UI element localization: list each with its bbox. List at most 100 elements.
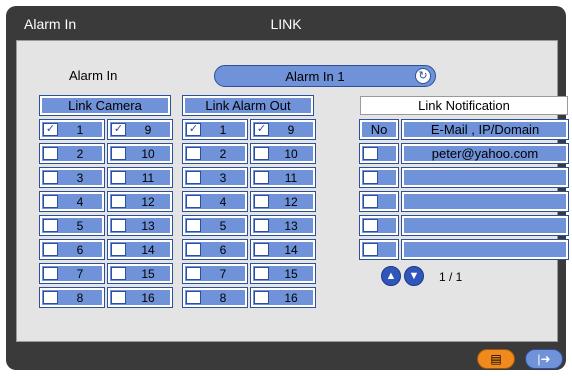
checkbox[interactable] (363, 243, 378, 256)
notification-address-field[interactable] (401, 215, 569, 236)
notification-checkbox-cell[interactable] (359, 167, 399, 188)
camera-label: 4 (76, 195, 84, 209)
alarm-out-label: 14 (284, 243, 298, 257)
link-panel: Alarm In Alarm In 1 ↻ Link Camera Link A… (16, 40, 569, 342)
alarm-out-13[interactable]: 13 (250, 215, 316, 236)
checkbox[interactable] (363, 195, 378, 208)
checkbox[interactable] (254, 267, 269, 280)
camera-9[interactable]: ✓ 9 (107, 119, 173, 140)
alarm-out-8[interactable]: 8 (182, 287, 248, 308)
alarm-out-label: 7 (219, 267, 227, 281)
checkbox[interactable] (254, 171, 269, 184)
alarm-out-15[interactable]: 15 (250, 263, 316, 284)
camera-12[interactable]: 12 (107, 191, 173, 212)
alarm-in-select[interactable]: Alarm In 1 ↻ (214, 65, 436, 87)
checkbox[interactable]: ✓ (111, 123, 126, 136)
notification-checkbox-cell[interactable] (359, 143, 399, 164)
alarm-out-7[interactable]: 7 (182, 263, 248, 284)
checkbox[interactable] (43, 171, 58, 184)
alarm-out-label: 6 (219, 243, 227, 257)
alarm-out-10[interactable]: 10 (250, 143, 316, 164)
checkbox[interactable] (363, 147, 378, 160)
notification-checkbox-cell[interactable] (359, 239, 399, 260)
camera-13[interactable]: 13 (107, 215, 173, 236)
checkbox[interactable] (43, 267, 58, 280)
checkbox[interactable] (43, 291, 58, 304)
checkbox[interactable] (186, 171, 201, 184)
refresh-icon[interactable]: ↻ (415, 68, 431, 84)
exit-button[interactable]: |➜ (525, 349, 563, 369)
notification-address-field[interactable] (401, 191, 569, 212)
checkbox[interactable]: ✓ (186, 123, 201, 136)
camera-16[interactable]: 16 (107, 287, 173, 308)
checkbox[interactable] (186, 195, 201, 208)
alarm-out-16[interactable]: 16 (250, 287, 316, 308)
exit-icon: |➜ (537, 352, 551, 366)
checkbox[interactable] (111, 267, 126, 280)
alarm-out-12[interactable]: 12 (250, 191, 316, 212)
camera-7[interactable]: 7 (39, 263, 105, 284)
camera-2[interactable]: 2 (39, 143, 105, 164)
checkbox[interactable] (111, 171, 126, 184)
checkbox[interactable] (111, 195, 126, 208)
alarm-out-1[interactable]: ✓ 1 (182, 119, 248, 140)
camera-10[interactable]: 10 (107, 143, 173, 164)
checkbox[interactable] (43, 219, 58, 232)
alarm-out-14[interactable]: 14 (250, 239, 316, 260)
camera-label: 13 (141, 219, 155, 233)
page-up-icon[interactable]: ▲ (381, 266, 401, 286)
checkbox[interactable] (111, 147, 126, 160)
checkbox[interactable] (186, 267, 201, 280)
camera-label: 6 (76, 243, 84, 257)
alarm-out-4[interactable]: 4 (182, 191, 248, 212)
checkbox[interactable] (186, 219, 201, 232)
checkbox[interactable] (254, 219, 269, 232)
alarm-out-label: 12 (284, 195, 298, 209)
camera-15[interactable]: 15 (107, 263, 173, 284)
checkbox[interactable] (111, 243, 126, 256)
checkbox[interactable] (186, 291, 201, 304)
page-down-icon[interactable]: ▼ (404, 266, 424, 286)
camera-5[interactable]: 5 (39, 215, 105, 236)
checkbox[interactable]: ✓ (254, 123, 269, 136)
checkbox[interactable] (186, 243, 201, 256)
alarm-out-5[interactable]: 5 (182, 215, 248, 236)
camera-3[interactable]: 3 (39, 167, 105, 188)
checkbox[interactable] (43, 147, 58, 160)
alarm-out-label: 15 (284, 267, 298, 281)
alarm-out-label: 8 (219, 291, 227, 305)
notification-address-field[interactable] (401, 167, 569, 188)
alarm-out-3[interactable]: 3 (182, 167, 248, 188)
camera-6[interactable]: 6 (39, 239, 105, 260)
notification-address-field[interactable]: peter@yahoo.com (401, 143, 569, 164)
checkbox[interactable] (363, 219, 378, 232)
checkbox[interactable] (186, 147, 201, 160)
camera-label: 15 (141, 267, 155, 281)
link-notification-header: Link Notification (360, 96, 568, 115)
save-button[interactable]: ▤ (477, 349, 515, 369)
camera-8[interactable]: 8 (39, 287, 105, 308)
checkbox[interactable] (111, 291, 126, 304)
checkbox[interactable] (254, 147, 269, 160)
notification-checkbox-cell[interactable] (359, 215, 399, 236)
checkbox[interactable] (43, 195, 58, 208)
camera-4[interactable]: 4 (39, 191, 105, 212)
alarm-in-value: Alarm In 1 (285, 69, 345, 84)
alarm-out-11[interactable]: 11 (250, 167, 316, 188)
camera-1[interactable]: ✓ 1 (39, 119, 105, 140)
camera-14[interactable]: 14 (107, 239, 173, 260)
checkbox[interactable]: ✓ (43, 123, 58, 136)
checkbox[interactable] (254, 243, 269, 256)
checkbox[interactable] (43, 243, 58, 256)
checkbox[interactable] (254, 291, 269, 304)
checkbox[interactable] (363, 171, 378, 184)
alarm-out-2[interactable]: 2 (182, 143, 248, 164)
alarm-out-6[interactable]: 6 (182, 239, 248, 260)
checkbox[interactable] (254, 195, 269, 208)
alarm-out-9[interactable]: ✓ 9 (250, 119, 316, 140)
alarm-out-label: 9 (287, 123, 295, 137)
checkbox[interactable] (111, 219, 126, 232)
notification-checkbox-cell[interactable] (359, 191, 399, 212)
camera-11[interactable]: 11 (107, 167, 173, 188)
notification-address-field[interactable] (401, 239, 569, 260)
